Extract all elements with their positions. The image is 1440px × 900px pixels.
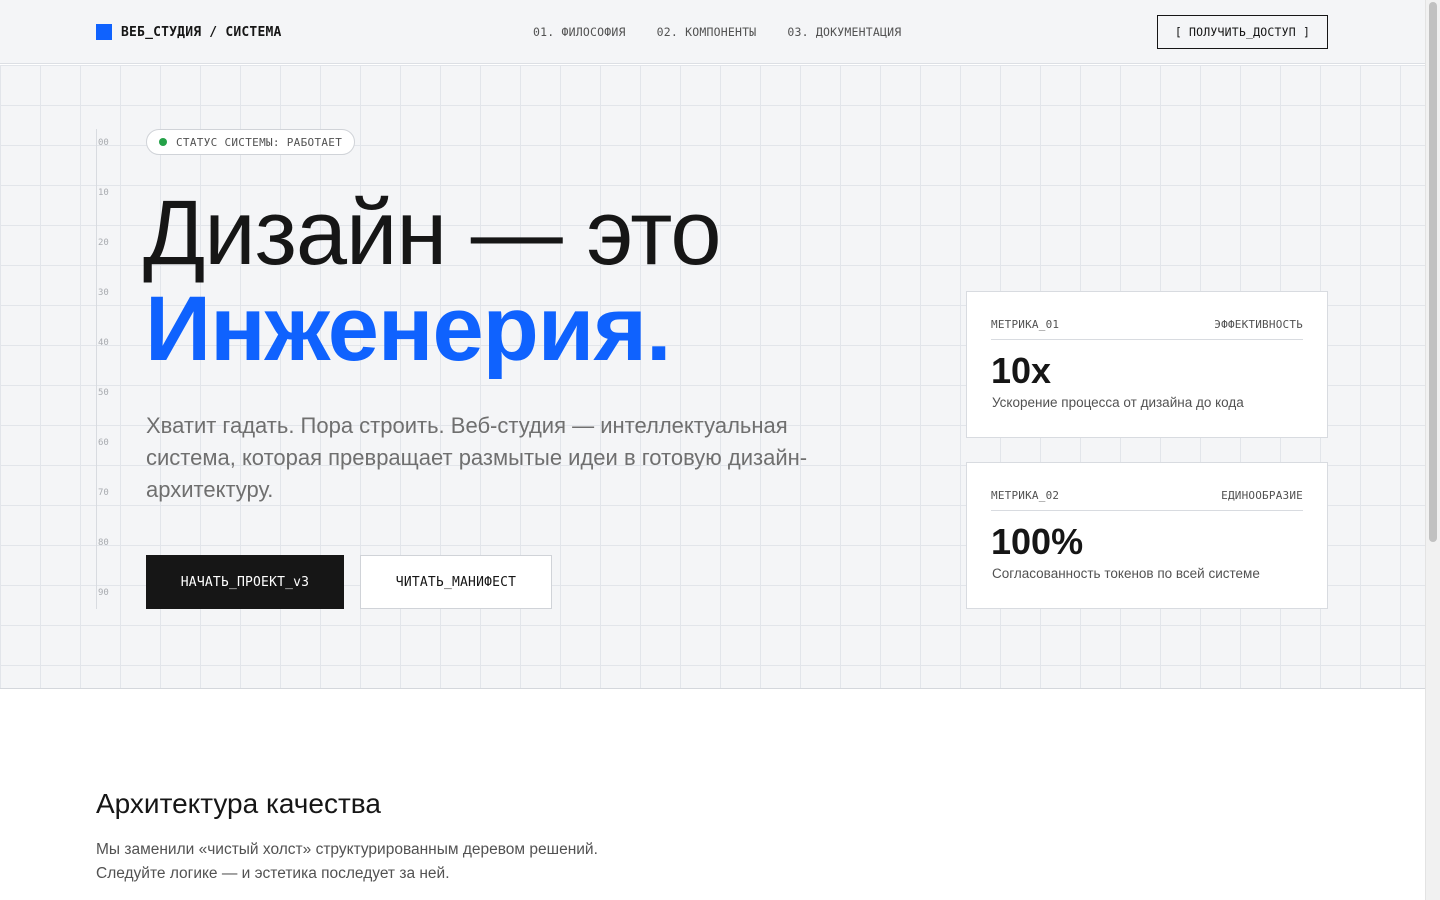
metric-card: МЕТРИКА_01 ЭФФЕКТИВНОСТЬ 10x Ускорение п… (966, 291, 1328, 438)
ruler-tick: 20 (98, 238, 109, 248)
nav-item-components[interactable]: 02. КОМПОНЕНТЫ (657, 25, 757, 39)
metric-description: Ускорение процесса от дизайна до кода (992, 395, 1244, 410)
metric-id: МЕТРИКА_02 (991, 489, 1060, 502)
metric-label: ЕДИНООБРАЗИЕ (1221, 489, 1303, 502)
metric-card: МЕТРИКА_02 ЕДИНООБРАЗИЕ 100% Согласованн… (966, 462, 1328, 609)
section-text-line: Следуйте логике — и эстетика последует з… (96, 865, 450, 882)
ruler-tick: 90 (98, 588, 109, 598)
nav-item-philosophy[interactable]: 01. ФИЛОСОФИЯ (533, 25, 626, 39)
metric-label: ЭФФЕКТИВНОСТЬ (1214, 318, 1303, 331)
ruler-tick: 70 (98, 488, 109, 498)
read-manifesto-button[interactable]: ЧИТАТЬ_МАНИФЕСТ (360, 555, 552, 609)
section-text-line: Мы заменили «чистый холст» структурирова… (96, 841, 598, 858)
metric-id: МЕТРИКА_01 (991, 318, 1060, 331)
start-project-button[interactable]: НАЧАТЬ_ПРОЕКТ_v3 (146, 555, 344, 609)
nav-item-documentation[interactable]: 03. ДОКУМЕНТАЦИЯ (787, 25, 901, 39)
ruler-tick: 30 (98, 288, 109, 298)
ruler-tick: 10 (98, 188, 109, 198)
section-description: Мы заменили «чистый холст» структурирова… (96, 838, 598, 886)
status-text: СТАТУС СИСТЕМЫ: РАБОТАЕТ (176, 135, 343, 149)
vertical-ruler (96, 129, 97, 609)
status-dot-icon (159, 138, 167, 146)
system-status-badge: СТАТУС СИСТЕМЫ: РАБОТАЕТ (146, 129, 356, 155)
brand-name: ВЕБ_СТУДИЯ / СИСТЕМА (121, 24, 282, 40)
ruler-tick: 50 (98, 388, 109, 398)
hero-section: 00 10 20 30 40 50 60 70 80 90 СТАТУС СИС… (0, 65, 1425, 689)
get-access-button[interactable]: [ ПОЛУЧИТЬ_ДОСТУП ] (1157, 15, 1328, 49)
section-title: Архитектура качества (96, 788, 381, 819)
metric-value: 10x (991, 350, 1052, 391)
brand-logo[interactable]: ВЕБ_СТУДИЯ / СИСТЕМА (96, 23, 282, 41)
ruler-tick: 80 (98, 538, 109, 548)
metric-card-header: МЕТРИКА_02 ЕДИНООБРАЗИЕ (991, 489, 1303, 511)
ruler-tick: 00 (98, 138, 109, 148)
hero-lead-text: Хватит гадать. Пора строить. Веб-студия … (146, 413, 808, 502)
brand-square-icon (96, 24, 112, 40)
metric-description: Согласованность токенов по всей системе (992, 566, 1260, 581)
metric-card-header: МЕТРИКА_01 ЭФФЕКТИВНОСТЬ (991, 318, 1303, 340)
metric-value: 100% (991, 521, 1084, 562)
ruler-tick: 40 (98, 338, 109, 348)
top-navbar: ВЕБ_СТУДИЯ / СИСТЕМА 01. ФИЛОСОФИЯ 02. К… (0, 0, 1425, 64)
scrollbar-thumb[interactable] (1429, 2, 1437, 542)
main-nav: 01. ФИЛОСОФИЯ 02. КОМПОНЕНТЫ 03. ДОКУМЕН… (533, 25, 932, 39)
ruler-tick: 60 (98, 438, 109, 448)
hero-headline-accent: Инженерия. (145, 278, 672, 380)
hero-headline: Дизайн — это (143, 182, 722, 284)
